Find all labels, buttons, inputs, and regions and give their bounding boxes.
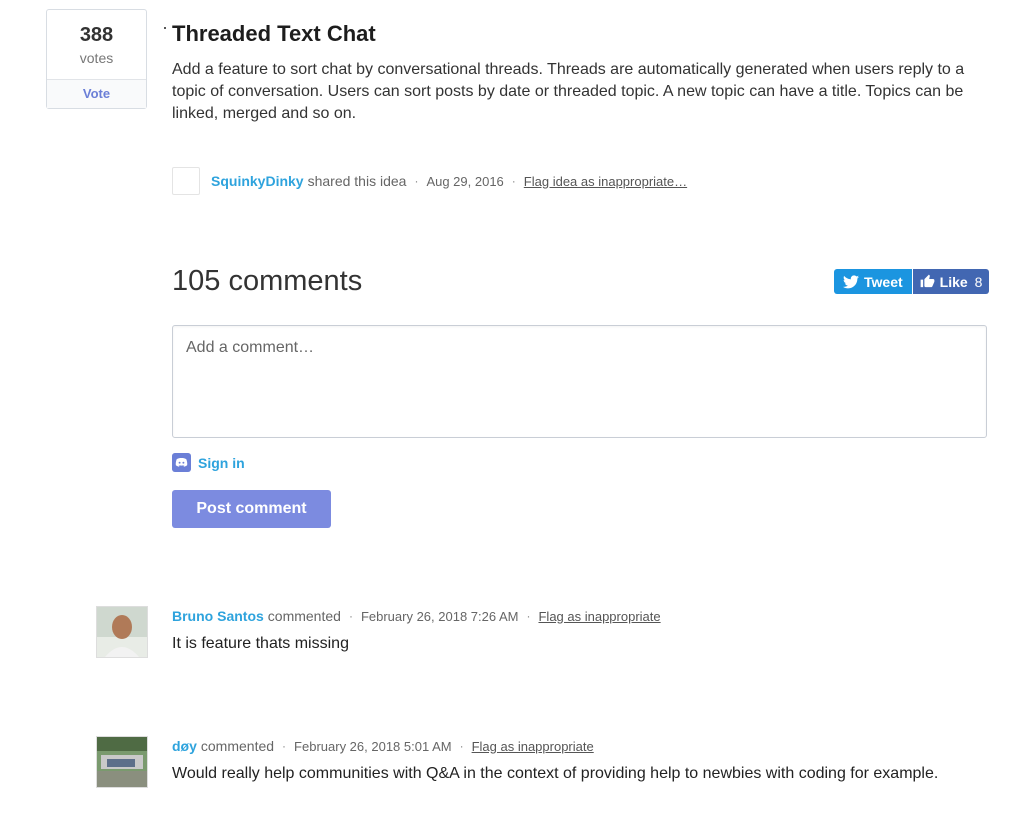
meta-separator: · [526, 609, 531, 623]
commenter-avatar[interactable] [96, 606, 148, 658]
tweet-button[interactable]: Tweet [834, 269, 912, 294]
comment-action: commented [200, 738, 275, 754]
comment-meta: Bruno Santos commented · February 26, 20… [172, 606, 661, 626]
flag-idea-link[interactable]: Flag idea as inappropriate… [524, 174, 687, 189]
vote-box: 388 votes Vote [46, 9, 147, 109]
commenter-photo [97, 737, 147, 787]
commenter-photo [97, 607, 147, 657]
decorative-dot [164, 27, 166, 29]
vote-count: 388 [79, 24, 114, 46]
sign-in-label: Sign in [198, 454, 245, 471]
social-buttons: Tweet Like 8 [834, 269, 990, 294]
comment-author[interactable]: døy [172, 738, 197, 754]
flag-comment-link[interactable]: Flag as inappropriate [472, 739, 594, 754]
idea-title: Threaded Text Chat [172, 21, 376, 46]
comment-meta: døy commented · February 26, 2018 5:01 A… [172, 736, 594, 756]
meta-separator: · [282, 739, 287, 753]
comments-heading: 105 comments [172, 265, 363, 297]
idea-page: 388 votes Vote Threaded Text Chat Add a … [0, 0, 1024, 823]
votes-label: votes [79, 50, 114, 66]
tweet-label: Tweet [864, 273, 903, 290]
shared-text: shared this idea [307, 173, 407, 189]
commenter-avatar[interactable] [96, 736, 148, 788]
comment-date: February 26, 2018 7:26 AM [360, 608, 519, 624]
discord-icon [172, 453, 191, 472]
twitter-bird-icon [843, 274, 859, 288]
vote-button[interactable]: Vote [47, 79, 146, 108]
flag-comment-link[interactable]: Flag as inappropriate [538, 609, 660, 624]
idea-description: Add a feature to sort chat by conversati… [172, 61, 965, 122]
idea-date: Aug 29, 2016 [426, 173, 504, 189]
comment-author[interactable]: Bruno Santos [172, 608, 264, 624]
post-comment-button[interactable]: Post comment [172, 490, 331, 528]
like-label: Like [939, 273, 968, 290]
comment-action: commented [267, 608, 341, 624]
meta-separator: · [459, 739, 464, 753]
meta-separator: · [511, 174, 516, 188]
sign-in-link[interactable]: Sign in [172, 453, 245, 472]
author-link[interactable]: SquinkyDinky [211, 173, 304, 189]
thumbs-up-icon [920, 274, 935, 288]
author-avatar[interactable] [172, 167, 200, 195]
meta-separator: · [414, 174, 419, 188]
like-count: 8 [974, 273, 983, 290]
facebook-like-button[interactable]: Like 8 [911, 269, 990, 294]
meta-separator: · [348, 609, 353, 623]
comment-text: Would really help communities with Q&A i… [172, 765, 939, 782]
comment-input[interactable] [172, 325, 987, 438]
idea-meta: SquinkyDinky shared this idea · Aug 29, … [172, 167, 687, 195]
comment-date: February 26, 2018 5:01 AM [294, 738, 452, 754]
comment-text: It is feature thats missing [172, 635, 349, 652]
